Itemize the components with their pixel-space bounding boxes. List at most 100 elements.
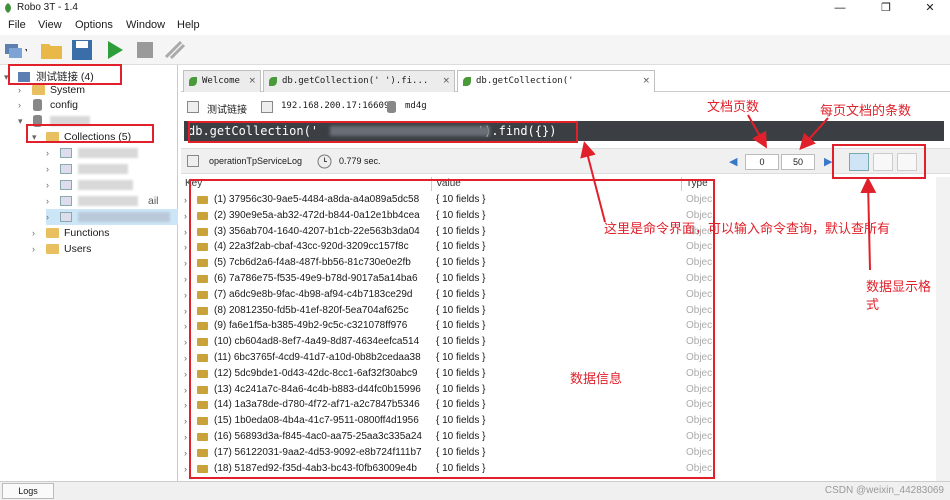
chevron-right-icon[interactable]: › [184,445,187,461]
annotation-box-collections [26,124,154,143]
annotation-format-line2: 式 [866,298,880,313]
chevron-right-icon[interactable]: › [184,208,187,224]
redacted-collection-name [78,196,138,206]
tab-welcome-label: Welcome [202,76,240,86]
folder-icon [32,85,45,95]
chevron-right-icon[interactable]: › [184,239,187,255]
tree-collection-item[interactable]: › ail [46,193,176,209]
tab-query-1[interactable]: db.getCollection(' ').fi... × [263,70,455,92]
tree-config-label: config [50,99,79,111]
chevron-right-icon[interactable]: › [184,303,187,319]
server-icon [187,101,199,113]
maximize-button[interactable]: ❐ [866,1,906,16]
chevron-right-icon[interactable]: › [184,382,187,398]
host-icon [261,101,273,113]
collection-name-fragment: ail [148,195,159,207]
chevron-right-icon[interactable]: › [184,413,187,429]
collection-name-label: operationTpServiceLog [209,156,303,166]
chevron-right-icon[interactable]: › [184,255,187,271]
prev-page-icon[interactable]: ◀ [729,155,737,168]
close-icon[interactable]: × [442,71,450,92]
menu-options[interactable]: Options [75,19,113,31]
tree-functions[interactable]: › Functions [32,225,172,241]
database-icon [33,99,42,111]
tree-users-label: Users [64,243,92,255]
execute-icon[interactable] [103,39,127,61]
results-scrollbar[interactable] [936,177,950,481]
chevron-right-icon[interactable]: › [184,224,187,240]
minimize-button[interactable]: — [820,1,860,16]
save-icon[interactable] [70,39,94,61]
chevron-right-icon[interactable]: › [184,271,187,287]
stop-icon[interactable] [133,39,157,61]
folder-icon [46,244,59,254]
tab-welcome[interactable]: Welcome × [183,70,261,92]
annotation-pages: 文档页数 [707,100,760,115]
chevron-right-icon[interactable]: › [184,429,187,445]
menu-window[interactable]: Window [126,19,165,31]
chevron-right-icon: › [32,244,35,254]
chevron-right-icon[interactable]: › [184,350,187,366]
tab-query-1-label: db.getCollection(' ').fi... [282,76,429,86]
open-folder-icon[interactable] [40,39,64,61]
menu-help[interactable]: Help [177,19,200,31]
window-title: Robo 3T - 1.4 [17,2,78,13]
leaf-icon [463,77,471,86]
logs-tab[interactable]: Logs [2,483,54,499]
database-name: md4g [405,101,427,111]
query-tabs: Welcome × db.getCollection(' ').fi... × … [181,70,950,92]
annotation-per-page: 每页文档的条数 [820,104,912,119]
tree-collection-item[interactable]: › [46,161,176,177]
connection-name: 测试链接 [207,105,247,116]
chevron-right-icon[interactable]: › [184,461,187,477]
annotation-format-line1: 数据显示格 [866,280,932,295]
chevron-right-icon[interactable]: › [184,318,187,334]
chevron-right-icon[interactable]: › [184,334,187,350]
chevron-right-icon[interactable]: › [184,192,187,208]
bottom-bar: Logs CSDN @weixin_44283069 [0,481,950,500]
connect-icon[interactable] [3,39,27,61]
annotation-command: 这里是命令界面，可以输入命令查询，默认查所有 [604,222,891,237]
folder-icon [46,228,59,238]
tree-collection-item-selected[interactable]: › [46,209,178,225]
chevron-right-icon[interactable]: › [184,287,187,303]
redacted-collection-name [78,148,138,158]
menu-bar: File View Options Window Help [0,17,950,35]
tree-collection-item[interactable]: › [46,145,176,161]
chevron-right-icon: › [46,196,49,206]
menu-file[interactable]: File [8,19,26,31]
redacted-collection-name [78,180,133,190]
clock-icon [317,154,332,169]
title-bar: Robo 3T - 1.4 — ❐ ✕ [0,0,950,17]
query-time: 0.779 sec. [339,156,381,166]
menu-view[interactable]: View [38,19,62,31]
collection-icon [60,148,72,158]
toolbar [0,35,950,65]
tree-users[interactable]: › Users [32,241,172,257]
chevron-right-icon: › [46,148,49,158]
leaf-icon [189,77,197,86]
tab-query-2-label: db.getCollection(' [476,76,574,86]
tab-query-2[interactable]: db.getCollection(' × [457,70,655,92]
close-button[interactable]: ✕ [910,1,950,16]
robo3t-leaf-icon [5,3,11,13]
chevron-right-icon: › [18,100,21,110]
annotation-box-view-mode [832,144,926,179]
tree-config[interactable]: › config [18,97,173,113]
redacted-collection-name [78,164,128,174]
orientation-icon[interactable] [163,39,187,61]
watermark: CSDN @weixin_44283069 [824,485,944,496]
chevron-right-icon[interactable]: › [184,397,187,413]
collection-icon [60,196,72,206]
close-icon[interactable]: × [642,71,650,92]
collection-icon [60,164,72,174]
chevron-right-icon: › [46,212,49,222]
database-icon [387,101,396,113]
chevron-right-icon: › [46,180,49,190]
tree-collection-item[interactable]: › [46,177,176,193]
limit-input[interactable]: 50 [781,154,815,170]
chevron-right-icon[interactable]: › [184,366,187,382]
close-icon[interactable]: × [248,71,256,92]
redacted-collection-name [78,212,170,222]
skip-input[interactable]: 0 [745,154,779,170]
